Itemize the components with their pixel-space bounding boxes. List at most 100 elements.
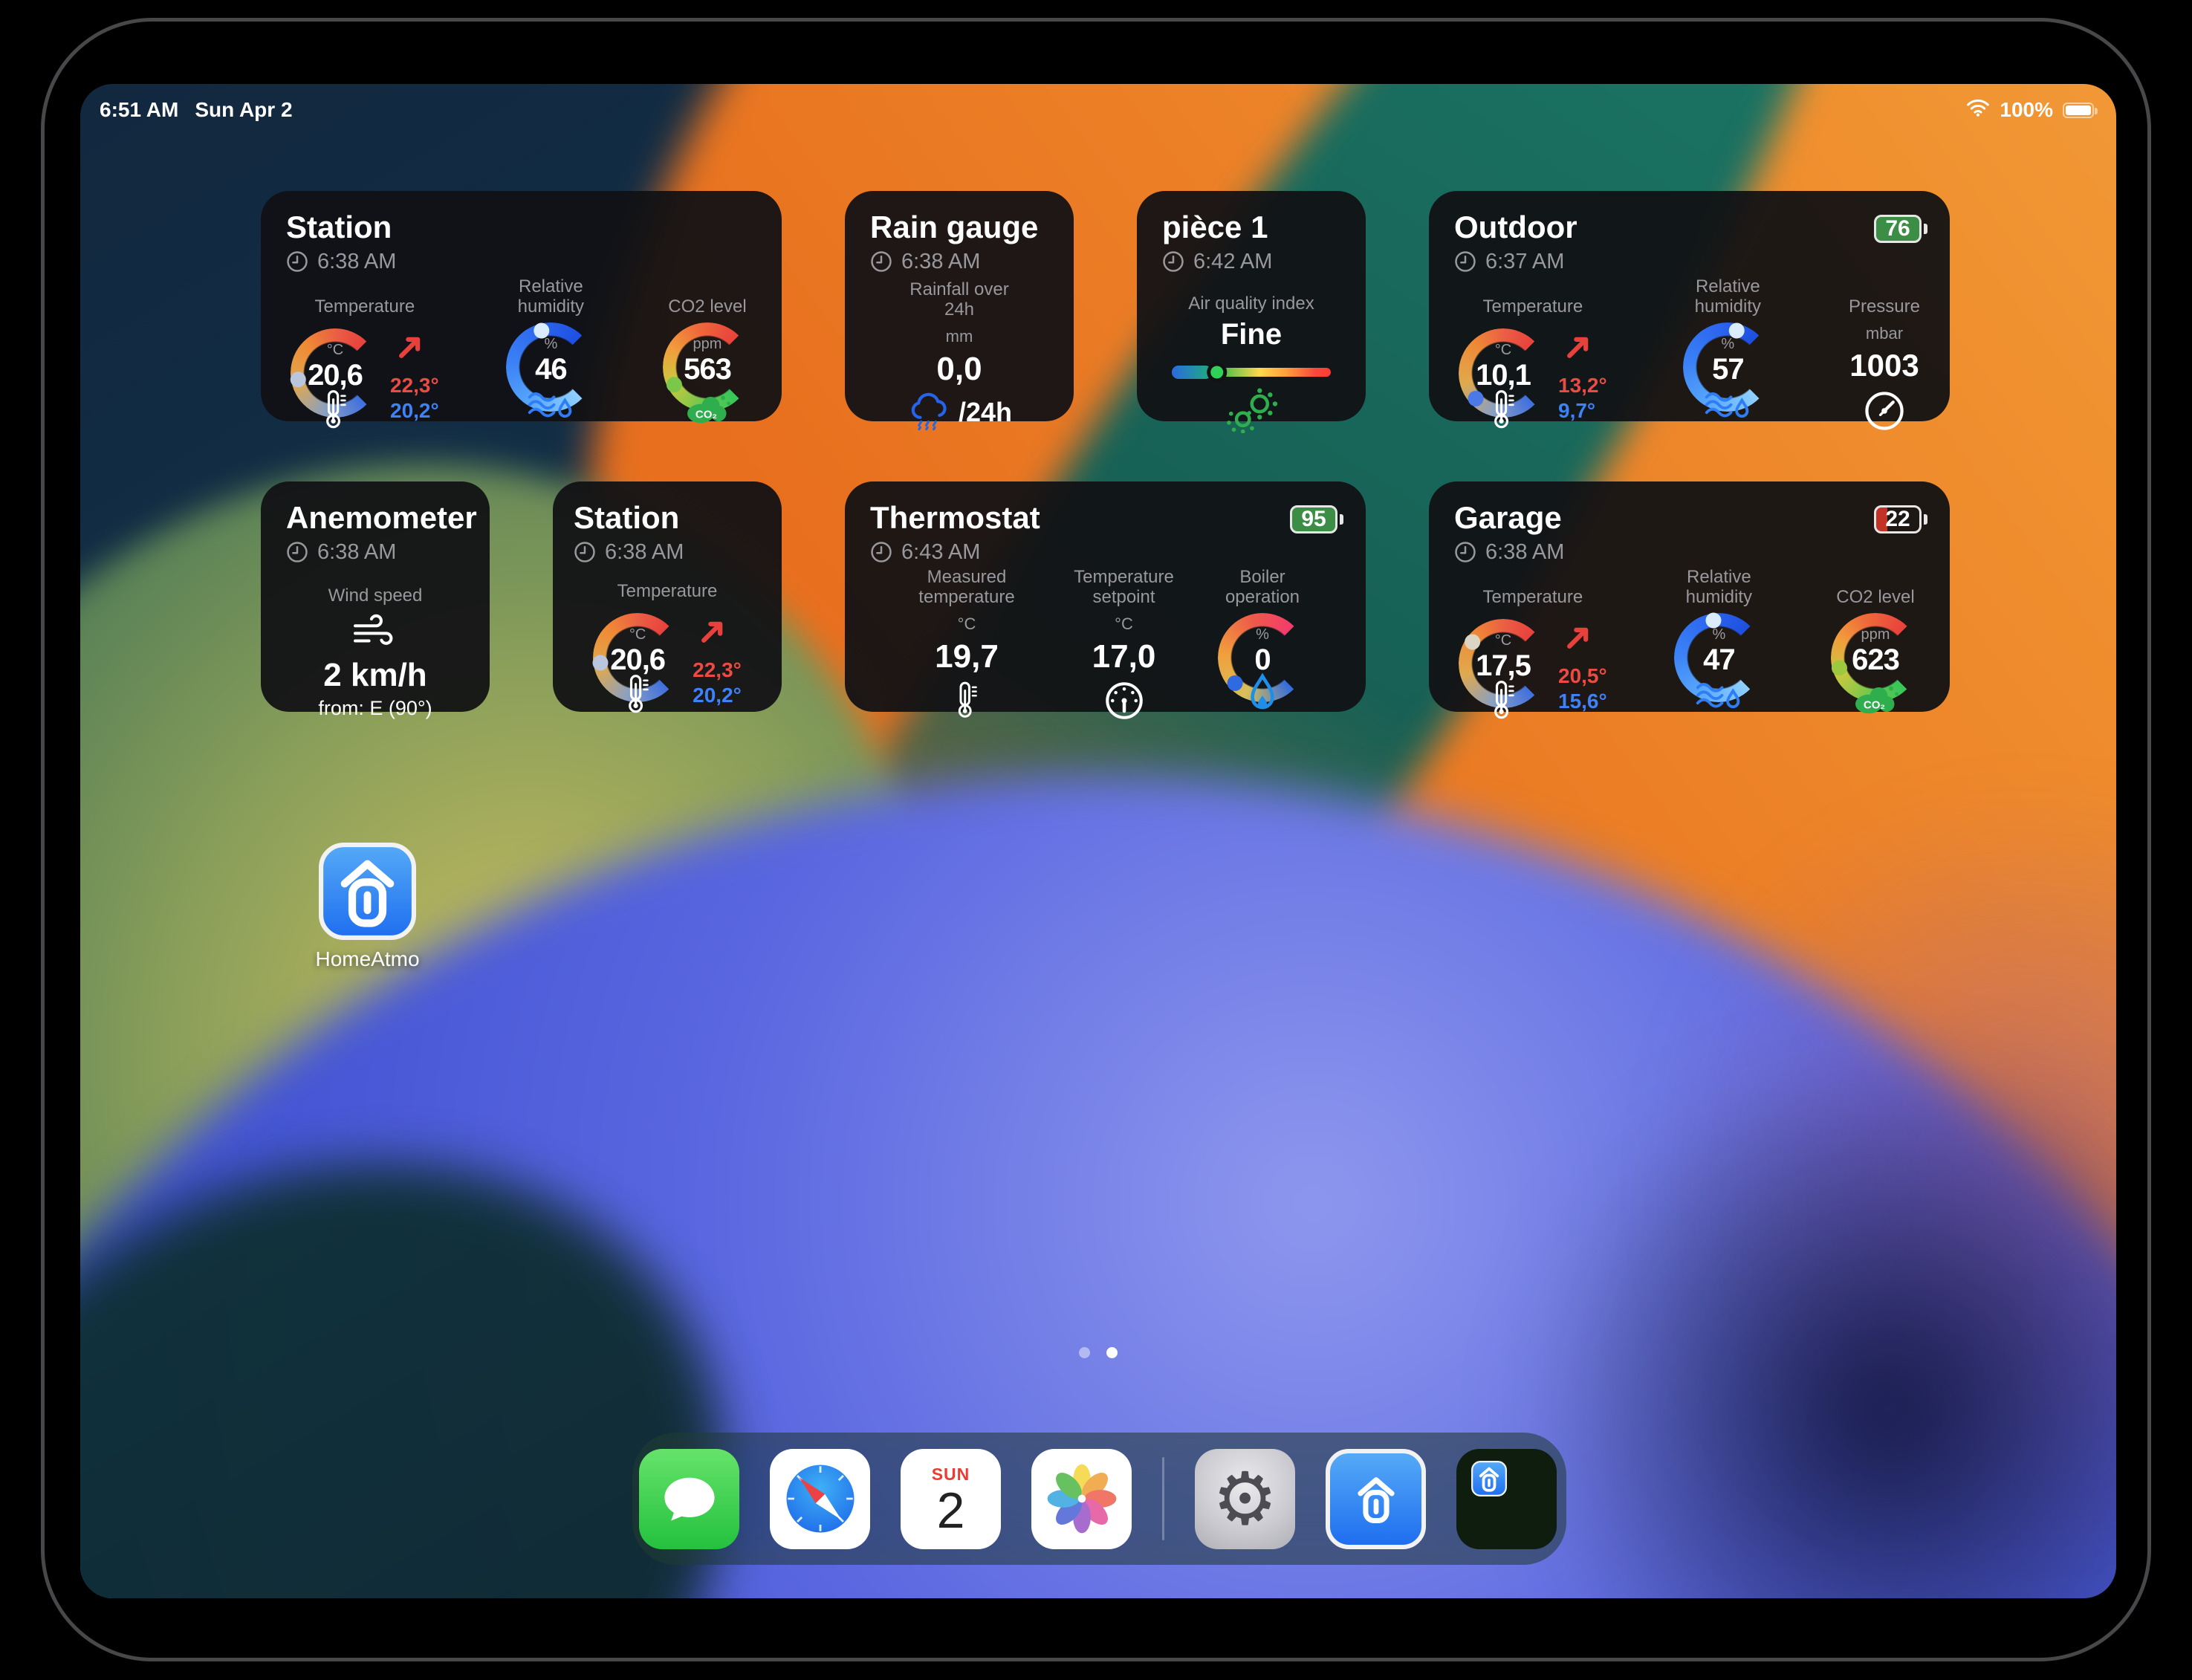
rainfall-period: /24h [959, 397, 1012, 428]
rainfall-label: Rainfall over 24h [896, 275, 1022, 320]
dock: SUN 2 [632, 1433, 1566, 1565]
compass-icon [779, 1457, 862, 1540]
wind-direction: from: E (90°) [318, 697, 432, 720]
battery-icon [2063, 103, 2094, 118]
widget-thermostat[interactable]: Thermostat 95 6:43 AM Measured temperatu… [845, 481, 1366, 712]
temp-min: 20,2° [693, 683, 742, 708]
widget-updated-time: 6:38 AM [1454, 540, 1925, 564]
page-dot[interactable] [1079, 1347, 1090, 1358]
temp-max: 22,3° [693, 658, 742, 683]
co2-gauge: ppm 563 CO₂ [663, 322, 752, 412]
co2-cloud-icon: CO₂ [1851, 678, 1900, 714]
ipad-device-frame: 6:51 AM Sun Apr 2 100% Station 6:38 AM T… [41, 18, 2151, 1661]
clock-icon [1454, 250, 1476, 273]
dock-icon-photos[interactable] [1031, 1449, 1132, 1549]
sensor-battery-badge: 76 [1874, 215, 1922, 243]
widget-station-2[interactable]: Station 6:38 AM Temperature °C 20,6 [553, 481, 782, 712]
widget-updated-time: 6:38 AM [574, 540, 761, 564]
pressure-dial-icon [1863, 389, 1906, 436]
widget-anemometer[interactable]: Anemometer 6:38 AM Wind speed 2 km/h fro… [261, 481, 490, 712]
page-dot-active[interactable] [1106, 1347, 1118, 1358]
svg-text:CO₂: CO₂ [1864, 699, 1885, 712]
calendar-date: 2 [937, 1485, 965, 1537]
widget-title: Outdoor [1454, 210, 1925, 244]
thermometer-icon [1491, 385, 1516, 434]
humidity-gauge: % 47 [1674, 613, 1763, 702]
humidity-gauge: % 57 [1683, 322, 1772, 412]
air-quality-scale [1172, 368, 1331, 377]
homeatmo-icon [319, 843, 416, 940]
widget-station-1[interactable]: Station 6:38 AM Temperature °C 20,6 [261, 191, 782, 421]
setpoint-dial-icon [1103, 680, 1145, 725]
air-quality-label: Air quality index [1188, 273, 1314, 314]
rainfall-unit: mm [946, 327, 973, 346]
temp-max: 13,2° [1558, 373, 1607, 398]
status-date: Sun Apr 2 [195, 98, 292, 122]
homeatmo-icon [1471, 1461, 1507, 1496]
metric-humidity: Relative humidity % 47 [1659, 565, 1778, 714]
temperature-gauge: °C 10,1 [1459, 328, 1548, 418]
temp-max: 20,5° [1558, 664, 1607, 689]
clock-icon [1162, 250, 1184, 273]
widget-updated-time: 6:38 AM [870, 250, 1048, 273]
dock-icon-settings[interactable]: ⚙ [1195, 1449, 1295, 1549]
dock-icon-calendar[interactable]: SUN 2 [901, 1449, 1001, 1549]
measured-value: 19,7 [935, 638, 999, 675]
widget-rain-gauge[interactable]: Rain gauge 6:38 AM Rainfall over 24h mm … [845, 191, 1074, 421]
metric-temperature: Temperature °C 17,5 20,5° 15,6° [1459, 565, 1607, 714]
metric-pressure: Pressure mbar 1003 [1849, 275, 1920, 436]
trend-up-icon [697, 614, 730, 647]
wifi-icon [1966, 98, 1990, 122]
metric-co2: CO2 level ppm 623 CO₂ [1831, 565, 1920, 714]
flower-icon [1043, 1459, 1121, 1538]
widget-garage[interactable]: Garage 22 6:38 AM Temperature °C 17,5 [1429, 481, 1950, 712]
humidity-icon [1703, 389, 1752, 424]
trend-up-icon [1563, 620, 1595, 653]
dock-icon-messages[interactable] [639, 1449, 739, 1549]
sensor-battery-badge: 22 [1874, 505, 1922, 533]
dock-recent-app-homeatmo[interactable] [1456, 1449, 1557, 1549]
trend-up-icon [395, 330, 427, 363]
battery-percent: 100% [2000, 98, 2053, 122]
trend-up-icon [1563, 330, 1595, 363]
clock-icon [870, 541, 892, 563]
pressure-value: 1003 [1849, 348, 1919, 383]
clock-icon [286, 250, 308, 273]
page-indicator[interactable] [80, 1347, 2116, 1358]
thermometer-icon [625, 669, 650, 719]
widget-title: Anemometer [286, 501, 464, 535]
widget-updated-time: 6:38 AM [286, 540, 464, 564]
temperature-gauge: °C 17,5 [1459, 619, 1548, 708]
widget-updated-time: 6:42 AM [1162, 250, 1340, 273]
thermometer-icon [322, 385, 348, 434]
app-icon-homeatmo[interactable]: HomeAtmo [319, 843, 416, 971]
speech-bubble-icon [658, 1467, 722, 1531]
widget-piece-1[interactable]: pièce 1 6:42 AM Air quality index Fine [1137, 191, 1366, 421]
pressure-unit: mbar [1866, 324, 1903, 343]
widget-title: Station [574, 501, 761, 535]
thermometer-icon [1491, 675, 1516, 724]
thermometer-icon [955, 677, 979, 727]
app-label: HomeAtmo [315, 947, 419, 971]
clock-icon [1454, 541, 1476, 563]
clock-icon [574, 541, 596, 563]
co2-gauge: ppm 623 CO₂ [1831, 613, 1920, 702]
sensor-battery-badge: 95 [1290, 505, 1337, 533]
status-bar: 6:51 AM Sun Apr 2 100% [80, 84, 2116, 127]
metric-humidity: Relative humidity % 46 [491, 275, 610, 424]
widget-title: Station [286, 210, 756, 244]
air-quality-marker [1207, 363, 1227, 383]
metric-temperature: Temperature °C 20,6 22,3° 20,2° [291, 275, 439, 424]
metric-boiler: Boiler operation % 0 [1207, 565, 1318, 727]
clock-icon [286, 541, 308, 563]
svg-text:CO₂: CO₂ [695, 409, 717, 421]
co2-cloud-icon: CO₂ [683, 388, 732, 424]
calendar-day: SUN [932, 1465, 970, 1485]
dock-icon-safari[interactable] [770, 1449, 870, 1549]
temperature-gauge: °C 20,6 [291, 328, 380, 418]
dock-icon-homeatmo[interactable] [1326, 1449, 1426, 1549]
rainfall-value: 0,0 [936, 351, 982, 388]
widget-outdoor[interactable]: Outdoor 76 6:37 AM Temperature °C 10,1 [1429, 191, 1950, 421]
air-quality-value: Fine [1221, 318, 1282, 351]
widget-title: pièce 1 [1162, 210, 1340, 244]
